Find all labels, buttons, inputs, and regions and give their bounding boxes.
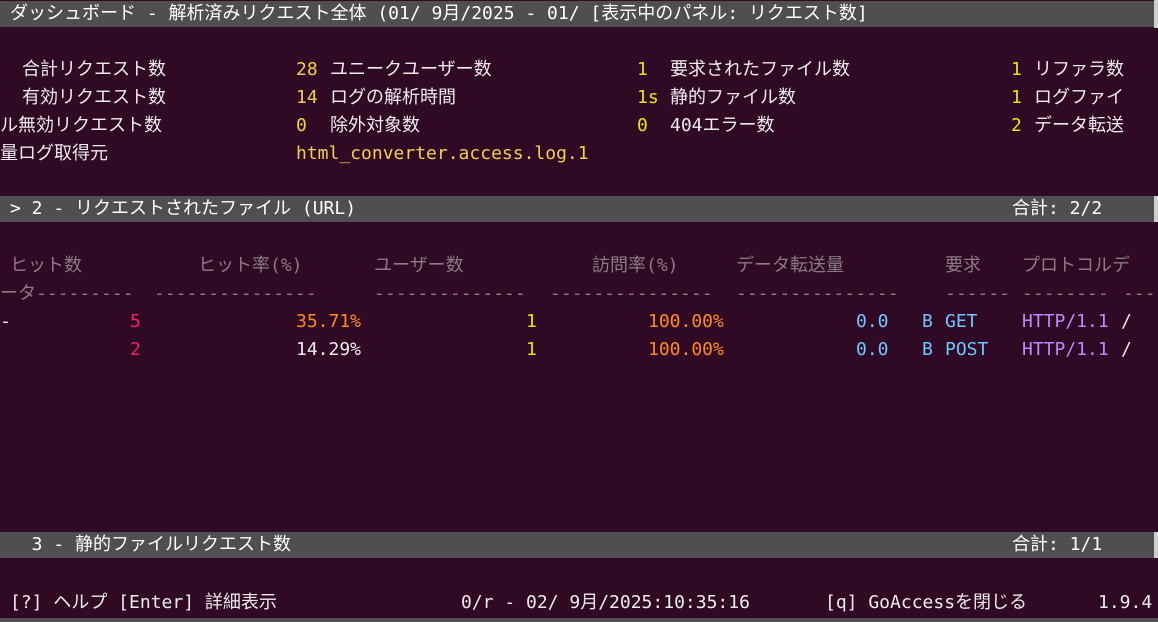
valid-requests-value: 14 [296, 87, 318, 108]
total-requests-label: 合計リクエスト数 [22, 59, 166, 80]
column-visitors: ユーザー数 [374, 255, 464, 276]
log-source-label: 量ログ取得元 [0, 143, 108, 164]
row-bandwidth-unit: B [922, 339, 933, 360]
column-protocol: プロトコルデ [1022, 255, 1130, 276]
status-timestamp: 0/r - 02/ 9月/2025:10:35:16 [461, 592, 750, 613]
row-protocol: HTTP/1.1 [1022, 339, 1109, 360]
row-hit-percent: 14.29% [296, 339, 362, 360]
row-hits: 2 [130, 339, 141, 360]
gen-time-value: 1s [637, 87, 659, 108]
bandwidth-value: 2 [1011, 115, 1022, 136]
column-bandwidth: データ転送量 [736, 255, 844, 276]
version-label: 1.9.4 [1098, 592, 1153, 613]
separator-lead: ータ--------- [0, 283, 134, 304]
terminal-window: ダッシュボード - 解析済みリクエスト全体 (01/ 9月/2025 - 01/… [0, 0, 1158, 622]
row-visitors: 1 [526, 339, 537, 360]
requested-files-panel-title: > 2 - リクエストされたファイル (URL) [10, 198, 357, 219]
dashboard-header-bar: ダッシュボード - 解析済みリクエスト全体 (01/ 9月/2025 - 01/… [0, 1, 1154, 27]
help-hint[interactable]: [?] ヘルプ [Enter] 詳細表示 [10, 589, 277, 617]
static-files-panel-title: 3 - 静的ファイルリクエスト数 [10, 534, 292, 555]
scrollbar[interactable] [1154, 0, 1158, 28]
log-size-label: ログファイ [1034, 87, 1124, 108]
valid-requests-label: 有効リクエスト数 [22, 87, 166, 108]
column-method: 要求 [945, 255, 981, 276]
bottom-border [0, 618, 1158, 622]
column-hit-percent: ヒット率(%) [198, 255, 303, 276]
bandwidth-label: データ転送 [1034, 115, 1124, 136]
dashboard-title: ダッシュボード - 解析済みリクエスト全体 (01/ 9月/2025 - 01/… [10, 3, 868, 24]
separator-method: ------ [945, 283, 1011, 304]
static-files-label: 静的ファイル数 [670, 87, 796, 108]
row-hits: 5 [130, 311, 141, 332]
excluded-label: 除外対象数 [330, 115, 420, 136]
separator-bandwidth: --------------- [736, 283, 899, 304]
row-bandwidth: 0.0 [856, 339, 889, 360]
requested-files-panel-total: 合計: 2/2 [1012, 198, 1103, 219]
static-files-value: 1 [1011, 87, 1022, 108]
scrollbar[interactable] [1154, 196, 1158, 222]
requested-files-label: 要求されたファイル数 [670, 59, 850, 80]
requested-files-panel-header[interactable]: > 2 - リクエストされたファイル (URL) 合計: 2/2 [0, 196, 1154, 222]
static-files-panel-total: 合計: 1/1 [1012, 534, 1103, 555]
unique-visitors-value: 1 [637, 59, 648, 80]
row-data: / [1121, 311, 1132, 332]
referrers-label: リファラ数 [1034, 59, 1124, 80]
row-bandwidth-unit: B [922, 311, 933, 332]
failed-requests-label: ル無効リクエスト数 [0, 115, 162, 136]
row-visitors: 1 [526, 311, 537, 332]
log-source-value: html_converter.access.log.1 [296, 143, 589, 164]
static-files-panel-header[interactable]: 3 - 静的ファイルリクエスト数 合計: 1/1 [0, 532, 1154, 558]
column-hits: ヒット数 [10, 255, 82, 276]
column-visit-percent: 訪問率(%) [592, 255, 679, 276]
row-lead: - [0, 311, 11, 332]
row-visit-percent: 100.00% [648, 311, 724, 332]
not-found-label: 404エラー数 [670, 115, 775, 136]
row-hit-percent: 35.71% [296, 311, 362, 332]
row-method: POST [945, 339, 989, 360]
gen-time-label: ログの解析時間 [330, 87, 456, 108]
scrollbar[interactable] [1154, 532, 1158, 558]
excluded-value: 0 [637, 115, 648, 136]
row-method: GET [945, 311, 978, 332]
requested-files-value: 1 [1011, 59, 1022, 80]
total-requests-value: 28 [296, 59, 318, 80]
failed-requests-value: 0 [296, 115, 307, 136]
separator-hit-percent: --------------- [154, 283, 317, 304]
separator-visitors: -------------- [374, 283, 526, 304]
separator-tail: --- [1123, 283, 1156, 304]
row-protocol: HTTP/1.1 [1022, 311, 1109, 332]
separator-protocol: -------- [1022, 283, 1109, 304]
separator-visit-percent: --------------- [550, 283, 713, 304]
row-visit-percent: 100.00% [648, 339, 724, 360]
row-bandwidth: 0.0 [856, 311, 889, 332]
unique-visitors-label: ユニークユーザー数 [330, 59, 492, 80]
row-data: / [1121, 339, 1132, 360]
quit-hint[interactable]: [q] GoAccessを閉じる [825, 589, 1027, 617]
